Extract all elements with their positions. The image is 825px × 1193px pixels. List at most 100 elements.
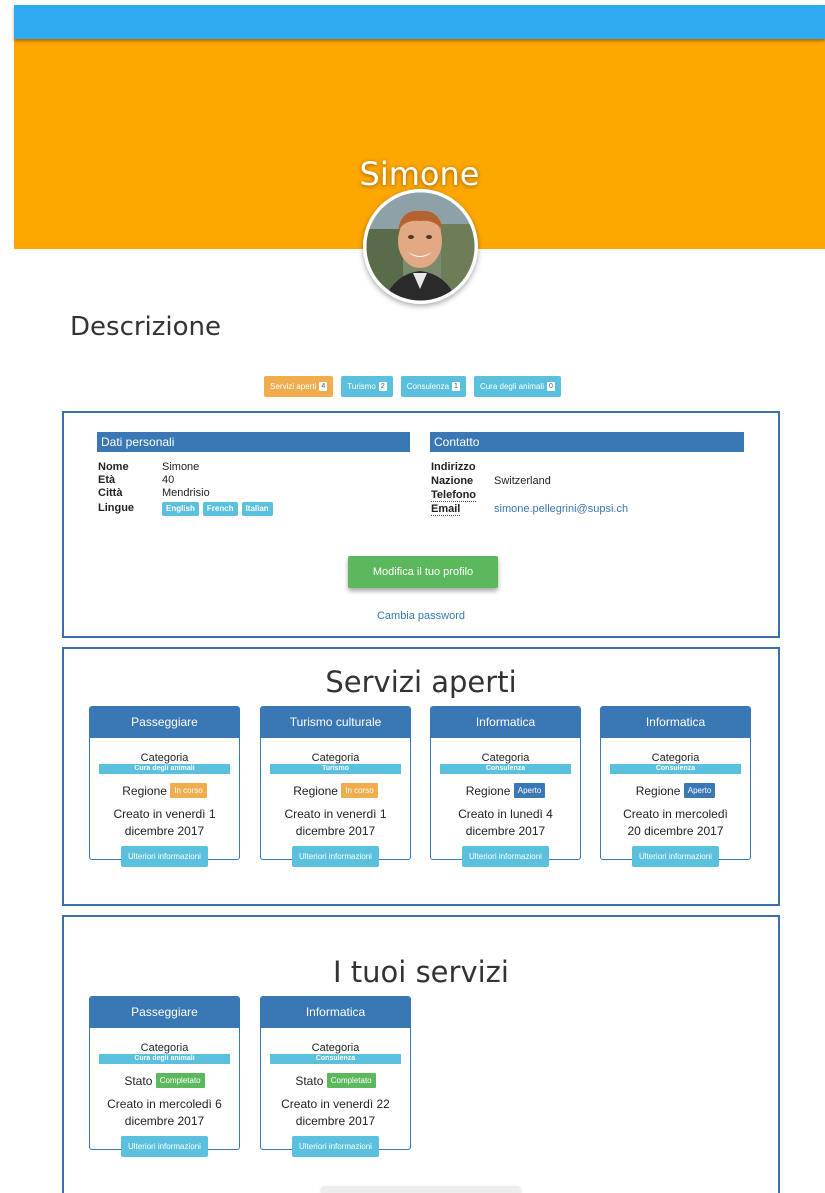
created-date: dicembre 2017 bbox=[124, 1114, 205, 1128]
profile-info-panel: Dati personali Nome Simone Età 40 Città Men… bbox=[62, 411, 780, 638]
status-label: Stato bbox=[295, 1074, 324, 1088]
info-row-age: Età 40 bbox=[98, 474, 277, 487]
language-badge: French bbox=[202, 502, 238, 516]
top-navbar bbox=[14, 5, 825, 39]
status-label: Regione bbox=[635, 784, 681, 798]
tab-label: Servizi aperti bbox=[270, 382, 317, 391]
contact-list: Indirizzo Nazione Switzerland Telefono Em… bbox=[431, 461, 628, 516]
created-date: dicembre 2017 bbox=[295, 824, 376, 838]
tab-turismo[interactable]: Turismo 2 bbox=[341, 376, 393, 397]
info-value: Simone bbox=[162, 461, 200, 473]
created-date: dicembre 2017 bbox=[124, 824, 205, 838]
created-date: Creato in mercoledì 6 bbox=[107, 1097, 222, 1111]
created-date: Creato in venerdì 1 bbox=[113, 807, 216, 821]
service-card: Passeggiare Categoria Cura degli animali… bbox=[89, 996, 240, 1157]
tab-count-badge: 0 bbox=[546, 382, 555, 392]
status-badge: In corso bbox=[170, 783, 207, 798]
info-key: Nazione bbox=[431, 475, 474, 487]
more-info-button[interactable]: Ulteriori informazioni bbox=[121, 846, 208, 867]
status-label: Regione bbox=[465, 784, 511, 798]
more-info-button[interactable]: Ulteriori informazioni bbox=[292, 846, 379, 867]
profile-name: Simone bbox=[359, 155, 480, 193]
category-badge: Consulenza bbox=[270, 1054, 401, 1064]
category-label: Categoria bbox=[651, 752, 700, 764]
status-badge: Completato bbox=[326, 1073, 376, 1088]
category-tabs: Servizi aperti 4 Turismo 2 Consulenza 1 Cur… bbox=[0, 376, 825, 397]
service-card-title: Turismo culturale bbox=[261, 707, 410, 738]
tab-count-badge: 4 bbox=[319, 382, 328, 392]
created-date: Creato in venerdì 1 bbox=[284, 807, 387, 821]
service-card: Informatica Categoria Consulenza Regione… bbox=[430, 706, 581, 867]
status-badge: Aperto bbox=[513, 783, 546, 798]
contact-row-address: Indirizzo bbox=[431, 461, 628, 474]
info-value: Mendrisio bbox=[162, 487, 210, 499]
info-key: Email bbox=[431, 503, 461, 516]
status-badge: Completato bbox=[155, 1073, 205, 1088]
created-date: 20 dicembre 2017 bbox=[627, 824, 724, 838]
info-value: Switzerland bbox=[494, 475, 551, 487]
tab-cura-degli-animali[interactable]: Cura degli animali 0 bbox=[473, 376, 561, 397]
more-info-button[interactable]: Ulteriori informazioni bbox=[632, 846, 719, 867]
created-date: dicembre 2017 bbox=[465, 824, 546, 838]
status-label: Regione bbox=[293, 784, 338, 798]
created-date: dicembre 2017 bbox=[295, 1114, 376, 1128]
created-date: Creato in venerdì 22 bbox=[281, 1097, 390, 1111]
contact-row-phone: Telefono bbox=[431, 489, 628, 502]
service-card: Informatica Categoria Consulenza Regione… bbox=[600, 706, 751, 867]
more-info-button[interactable]: Ulteriori informazioni bbox=[462, 846, 549, 867]
open-services-title: Servizi aperti bbox=[325, 665, 517, 699]
service-card-title: Informatica bbox=[601, 707, 750, 738]
contact-header: Contatto bbox=[430, 432, 744, 452]
more-info-button[interactable]: Ulteriori informazioni bbox=[292, 1136, 379, 1157]
personal-data-list: Nome Simone Età 40 Città Mendrisio Lingue E… bbox=[98, 461, 277, 516]
category-label: Categoria bbox=[311, 752, 360, 764]
status-label: Stato bbox=[124, 1074, 153, 1088]
service-card-title: Passeggiare bbox=[90, 707, 239, 738]
service-card: Passeggiare Categoria Cura degli animali… bbox=[89, 706, 240, 867]
status-badge: In corso bbox=[341, 783, 378, 798]
category-label: Categoria bbox=[140, 1042, 189, 1054]
email-link[interactable]: simone.pellegrini@supsi.ch bbox=[494, 503, 628, 516]
created-date: Creato in lunedì 4 bbox=[458, 807, 553, 821]
avatar bbox=[363, 189, 478, 304]
tab-label: Consulenza bbox=[406, 382, 450, 391]
service-card-title: Passeggiare bbox=[90, 997, 239, 1028]
contact-row-email: Email simone.pellegrini@supsi.ch bbox=[431, 503, 628, 516]
service-card-title: Informatica bbox=[431, 707, 580, 738]
category-badge: Cura degli animali bbox=[99, 1054, 230, 1064]
category-label: Categoria bbox=[481, 752, 530, 764]
description-title: Descrizione bbox=[70, 312, 222, 342]
created-date: Creato in mercoledì bbox=[623, 807, 728, 821]
contact-row-nation: Nazione Switzerland bbox=[431, 475, 628, 488]
tab-servizi-aperti[interactable]: Servizi aperti 4 bbox=[264, 376, 334, 397]
info-key: Indirizzo bbox=[431, 461, 476, 473]
info-key: Nome bbox=[98, 461, 129, 473]
status-badge: Aperto bbox=[683, 783, 716, 798]
language-badge: Italian bbox=[241, 502, 273, 516]
category-label: Categoria bbox=[140, 752, 189, 764]
tab-label: Turismo bbox=[347, 382, 376, 391]
status-label: Regione bbox=[122, 784, 167, 798]
edit-profile-button[interactable]: Modifica il tuo profilo bbox=[348, 556, 498, 588]
tab-consulenza[interactable]: Consulenza 1 bbox=[400, 376, 466, 397]
category-badge: Cura degli animali bbox=[99, 764, 230, 774]
floating-footer-edge bbox=[321, 1188, 521, 1193]
info-row-name: Nome Simone bbox=[98, 461, 277, 474]
tab-count-badge: 1 bbox=[452, 382, 460, 392]
info-key: Telefono bbox=[431, 489, 477, 502]
info-key: Lingue bbox=[98, 502, 135, 514]
tab-count-badge: 2 bbox=[378, 382, 387, 392]
more-info-button[interactable]: Ulteriori informazioni bbox=[121, 1136, 208, 1157]
info-key: Età bbox=[98, 474, 116, 486]
service-card: Informatica Categoria Consulenza Stato C… bbox=[260, 996, 411, 1157]
my-services-panel: I tuoi servizi Passeggiare Categoria Cur… bbox=[62, 915, 780, 1193]
category-label: Categoria bbox=[311, 1042, 360, 1054]
info-value: 40 bbox=[162, 474, 175, 486]
info-row-languages: Lingue English French Italian bbox=[98, 500, 277, 516]
change-password-link[interactable]: Cambia password bbox=[64, 610, 778, 622]
my-services-title: I tuoi servizi bbox=[333, 955, 509, 989]
info-row-city: Città Mendrisio bbox=[98, 487, 277, 500]
personal-data-header: Dati personali bbox=[97, 432, 410, 452]
service-card-title: Informatica bbox=[261, 997, 410, 1028]
open-services-panel: Servizi aperti Passeggiare Categoria Cur… bbox=[62, 647, 780, 906]
